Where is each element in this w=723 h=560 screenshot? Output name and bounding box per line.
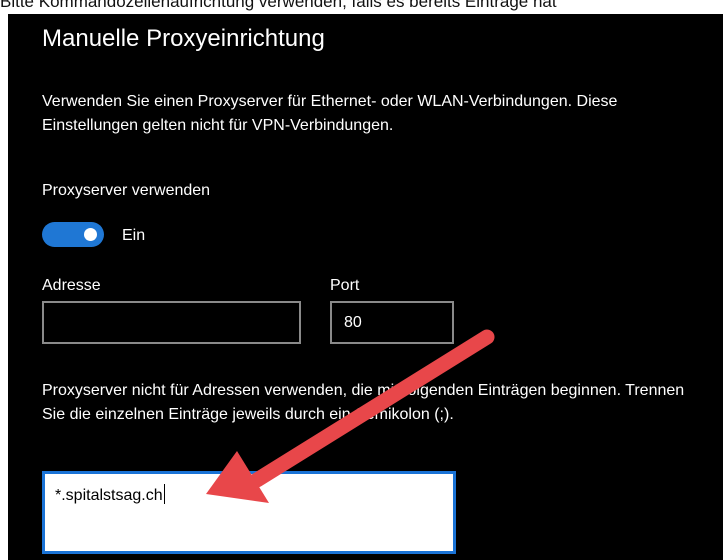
proxy-settings-panel: Manuelle Proxyeinrichtung Verwenden Sie … (8, 14, 723, 560)
port-input[interactable]: 80 (330, 301, 454, 344)
port-label: Port (330, 277, 360, 294)
use-proxy-label: Proxyserver verwenden (42, 182, 211, 199)
proxy-description: Verwenden Sie einen Proxyserver für Ethe… (42, 93, 618, 134)
toggle-knob (84, 228, 97, 241)
caption-text: Bitte Kommandozeilenaufrichtung verwende… (0, 0, 557, 11)
exceptions-input[interactable]: *.spitalstsag.ch (42, 471, 456, 554)
use-proxy-toggle[interactable] (42, 222, 104, 247)
exceptions-value: *.spitalstsag.ch (55, 487, 163, 504)
text-caret (163, 484, 165, 504)
address-input[interactable] (42, 301, 301, 344)
exceptions-description: Proxyserver nicht für Adressen verwenden… (42, 382, 685, 423)
page-title: Manuelle Proxyeinrichtung (42, 25, 325, 52)
toggle-state-label: Ein (122, 227, 146, 244)
address-label: Adresse (42, 277, 101, 294)
